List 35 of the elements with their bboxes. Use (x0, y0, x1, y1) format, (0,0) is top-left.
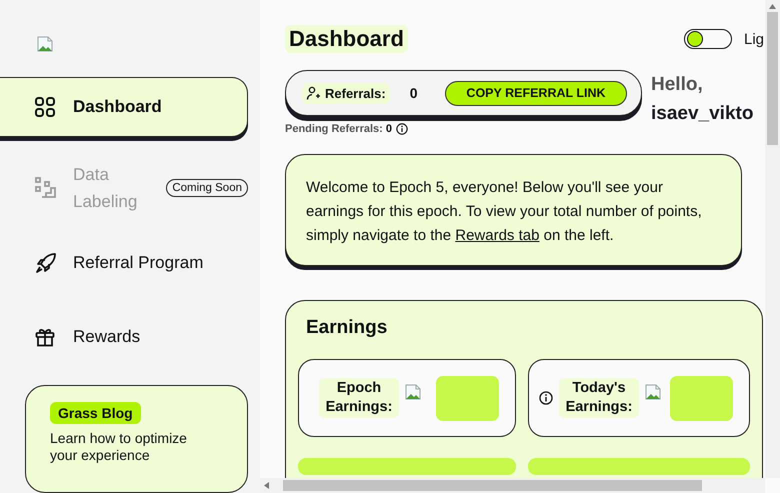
welcome-message: Welcome to Epoch 5, everyone! Below you'll see your earnings for this epoch. To view your total number of points, simply navigate to the Rewards tab on the left. (306, 178, 703, 246)
copy-referral-link-button[interactable]: COPY REFERRAL LINK (445, 80, 627, 106)
earnings-title: Earnings (306, 316, 388, 340)
horizontal-scrollbar-thumb[interactable] (283, 480, 702, 491)
blog-text: Learn how to optimize your experience (50, 430, 188, 464)
user-add-icon (306, 86, 321, 100)
nav-item[interactable]: Rewards (0, 311, 248, 363)
theme-label: Lig (744, 30, 765, 48)
broken-image-icon (37, 36, 53, 52)
earnings-label: Epoch Earnings: (319, 378, 399, 418)
blog-card[interactable]: Grass Blog Learn how to optimize your experience (25, 385, 248, 493)
earnings-label: Today's Earnings: (559, 378, 639, 418)
theme-toggle[interactable] (684, 29, 732, 49)
broken-image-icon (405, 384, 421, 400)
scroll-left-icon[interactable] (264, 482, 269, 489)
nav-item[interactable]: Referral Program (0, 237, 248, 289)
greeting: Hello, (651, 73, 704, 97)
rewards-tab-link[interactable]: Rewards tab (455, 227, 540, 244)
loading-placeholder (436, 376, 499, 420)
info-icon (396, 123, 408, 135)
grid-icon (35, 97, 55, 117)
coming-soon-badge: Coming Soon (166, 179, 248, 197)
steps-icon (35, 177, 57, 199)
referral-count: 0 (410, 85, 418, 101)
username: isaev_vikto (651, 102, 754, 126)
blog-tag: Grass Blog (50, 402, 141, 424)
vertical-scrollbar-thumb[interactable] (767, 12, 778, 145)
page-title: Dashboard (285, 25, 408, 53)
rocket-icon (35, 252, 57, 274)
loading-placeholder (670, 376, 733, 420)
gift-icon (35, 327, 55, 347)
broken-image-icon (645, 384, 661, 400)
scroll-up-icon[interactable] (769, 4, 776, 9)
referrals-label: Referrals: (302, 82, 390, 104)
pending-referrals: Pending Referrals: 0 (285, 123, 392, 135)
